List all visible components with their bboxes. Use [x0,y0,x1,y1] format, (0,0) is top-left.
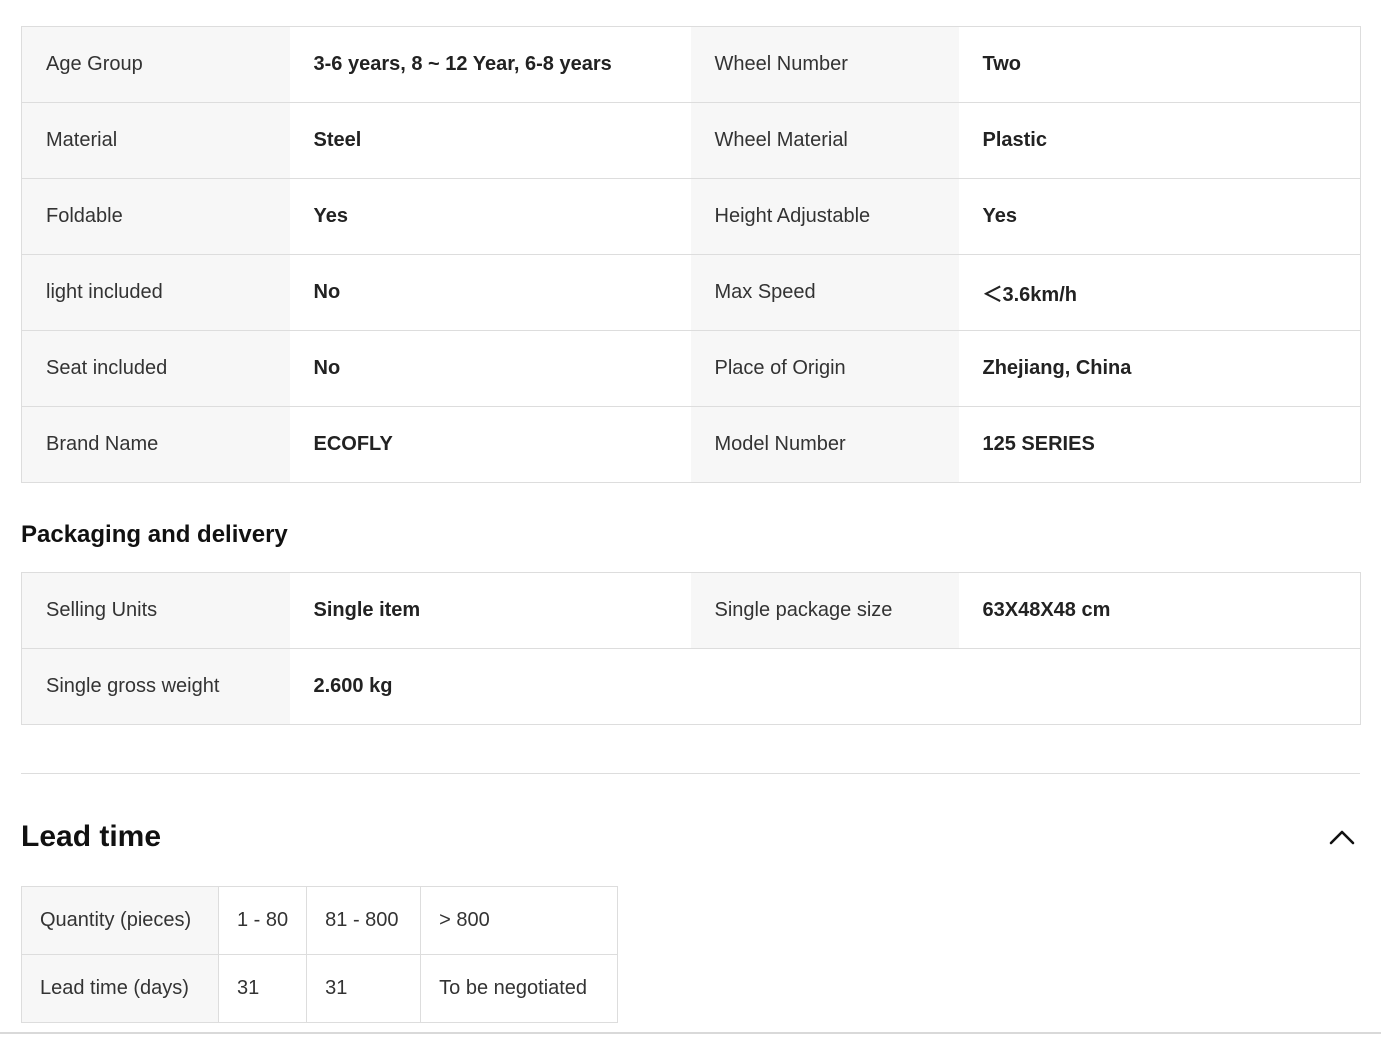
attribute-label: Material [21,102,290,179]
lead-time-days: 31 [217,954,308,1023]
attribute-label: Brand Name [21,406,290,483]
chevron-up-icon[interactable] [1328,826,1356,848]
attribute-value: ECOFLY [289,406,691,483]
packaging-table: Selling Units Single item Single package… [21,572,1361,725]
attribute-value: No [289,330,691,407]
attributes-table: Age Group 3-6 years, 8 ~ 12 Year, 6-8 ye… [21,26,1361,483]
empty-cell [690,648,959,725]
attribute-label: Single package size [690,572,959,649]
attribute-value: 63X48X48 cm [958,572,1361,649]
lead-time-label: Lead time (days) [21,954,219,1023]
attribute-value: ＜3.6km/h [958,254,1361,331]
lead-time-title: Lead time [21,820,162,853]
table-row: Selling Units Single item Single package… [21,572,1361,649]
table-row: Quantity (pieces) 1 - 80 81 - 800 > 800 [21,886,619,955]
quantity-range: 1 - 80 [217,886,308,955]
attribute-label: Single gross weight [21,648,290,725]
attribute-label: Height Adjustable [690,178,959,255]
page-bottom-border [0,1032,1381,1034]
table-row: Single gross weight 2.600 kg [21,648,1361,725]
attribute-value: No [289,254,691,331]
attribute-label: Foldable [21,178,290,255]
attribute-value: Yes [289,178,691,255]
table-row: Foldable Yes Height Adjustable Yes [21,178,1361,255]
attribute-value: Plastic [958,102,1361,179]
quantity-range: 81 - 800 [306,886,422,955]
attribute-value: 3-6 years, 8 ~ 12 Year, 6-8 years [289,26,691,103]
lead-time-days: 31 [306,954,422,1023]
attribute-label: Model Number [690,406,959,483]
attribute-value: Zhejiang, China [958,330,1361,407]
attribute-label: Wheel Material [690,102,959,179]
attribute-value: 125 SERIES [958,406,1361,483]
attribute-label: Age Group [21,26,290,103]
packaging-title: Packaging and delivery [21,521,288,548]
table-row: light included No Max Speed ＜3.6km/h [21,254,1361,331]
table-row: Age Group 3-6 years, 8 ~ 12 Year, 6-8 ye… [21,26,1361,103]
table-row: Lead time (days) 31 31 To be negotiated [21,954,619,1023]
attribute-value: Single item [289,572,691,649]
attribute-value: Two [958,26,1361,103]
lead-time-days: To be negotiated [420,954,619,1023]
attribute-label: Selling Units [21,572,290,649]
attribute-value: Yes [958,178,1361,255]
empty-cell [958,648,1361,725]
table-row: Material Steel Wheel Material Plastic [21,102,1361,179]
table-row: Brand Name ECOFLY Model Number 125 SERIE… [21,406,1361,483]
lead-time-table: Quantity (pieces) 1 - 80 81 - 800 > 800 … [21,886,619,1023]
attribute-label: Place of Origin [690,330,959,407]
attribute-label: Max Speed [690,254,959,331]
attribute-label: Seat included [21,330,290,407]
attribute-label: Wheel Number [690,26,959,103]
attribute-value: Steel [289,102,691,179]
product-details: Age Group 3-6 years, 8 ~ 12 Year, 6-8 ye… [21,26,1361,1023]
attribute-value: 2.600 kg [289,648,691,725]
quantity-label: Quantity (pieces) [21,886,219,955]
quantity-range: > 800 [420,886,619,955]
lead-time-header[interactable]: Lead time [21,774,1360,886]
table-row: Seat included No Place of Origin Zhejian… [21,330,1361,407]
attribute-label: light included [21,254,290,331]
